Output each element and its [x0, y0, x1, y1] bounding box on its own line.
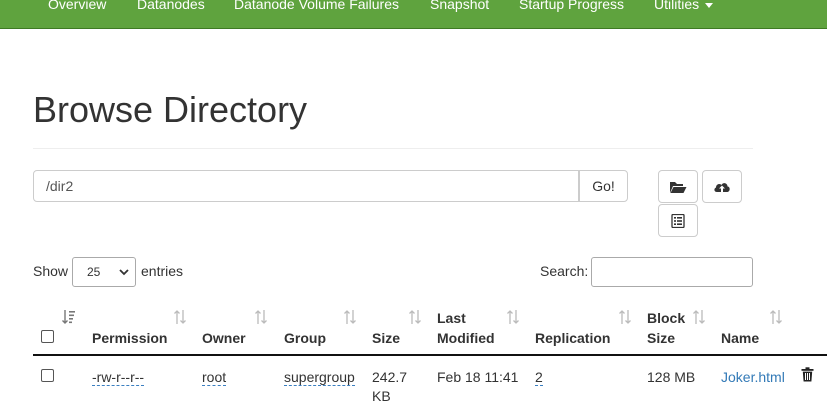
sort-both-icon[interactable] — [769, 309, 782, 325]
owner-cell[interactable]: root — [202, 368, 227, 386]
block-size-value: 128 MB — [647, 369, 696, 385]
sort-both-icon[interactable] — [506, 309, 519, 325]
entries-label: entries — [141, 263, 184, 279]
cloud-upload-icon — [713, 180, 731, 194]
replication-cell[interactable]: 2 — [535, 368, 543, 386]
search-input[interactable] — [591, 257, 753, 287]
search-label: Search: — [540, 263, 589, 279]
cut-paste-button[interactable] — [658, 204, 698, 237]
top-navbar: Overview Datanodes Datanode Volume Failu… — [0, 0, 827, 29]
trash-icon[interactable] — [801, 367, 814, 387]
caret-down-icon — [705, 2, 714, 8]
replication-value: 2 — [535, 369, 543, 386]
show-label: Show — [33, 263, 69, 279]
column-header-group[interactable]: Group — [284, 328, 326, 348]
upload-files-button[interactable] — [702, 170, 742, 203]
permission-cell[interactable]: -rw-r--r-- — [92, 368, 145, 386]
entries-per-page-value: 25 — [87, 265, 101, 279]
go-button[interactable]: Go! — [579, 170, 628, 202]
create-directory-button[interactable] — [658, 170, 698, 203]
nav-datanode-volume-failures[interactable]: Datanode Volume Failures — [234, 0, 399, 14]
column-header-permission[interactable]: Permission — [92, 328, 167, 348]
sort-both-icon[interactable] — [692, 309, 705, 325]
nav-snapshot[interactable]: Snapshot — [430, 0, 489, 14]
row-select-checkbox[interactable] — [41, 369, 54, 382]
size-value-line1: 242.7 — [372, 369, 408, 385]
permission-value: -rw-r--r-- — [92, 369, 145, 386]
column-header-last-modified-line1[interactable]: Last — [437, 308, 466, 328]
sort-both-icon[interactable] — [343, 309, 356, 325]
table-header-divider — [33, 354, 827, 356]
title-divider — [33, 148, 753, 149]
sort-both-icon[interactable] — [618, 309, 631, 325]
nav-utilities-label: Utilities — [654, 0, 700, 12]
entries-per-page-select[interactable]: 25 — [72, 257, 136, 287]
column-header-block-size-line1[interactable]: Block — [647, 308, 685, 328]
sort-icon[interactable] — [62, 309, 75, 325]
column-header-owner[interactable]: Owner — [202, 328, 246, 348]
nav-overview[interactable]: Overview — [48, 0, 106, 14]
list-icon — [671, 213, 685, 228]
group-value: supergroup — [284, 369, 355, 386]
page-title: Browse Directory — [33, 89, 308, 130]
nav-utilities-dropdown[interactable]: Utilities — [654, 0, 714, 14]
sort-both-icon[interactable] — [254, 309, 267, 325]
column-header-replication[interactable]: Replication — [535, 328, 610, 348]
group-cell[interactable]: supergroup — [284, 368, 355, 386]
nav-datanodes[interactable]: Datanodes — [137, 0, 205, 14]
column-header-last-modified-line2[interactable]: Modified — [437, 328, 495, 348]
file-name-link[interactable]: Joker.html — [721, 368, 785, 386]
select-all-checkbox[interactable] — [41, 330, 54, 343]
sort-both-icon[interactable] — [408, 309, 421, 325]
owner-value: root — [202, 369, 227, 386]
size-value-line2: KB — [372, 388, 391, 404]
chevron-down-icon — [119, 269, 129, 276]
open-folder-icon — [669, 180, 687, 194]
nav-startup-progress[interactable]: Startup Progress — [519, 0, 624, 14]
sort-both-icon[interactable] — [173, 309, 186, 325]
last-modified-value: Feb 18 11:41 — [437, 369, 519, 385]
column-header-block-size-line2[interactable]: Size — [647, 328, 675, 348]
column-header-name[interactable]: Name — [721, 328, 759, 348]
directory-path-input[interactable] — [33, 170, 579, 202]
column-header-size[interactable]: Size — [372, 328, 400, 348]
